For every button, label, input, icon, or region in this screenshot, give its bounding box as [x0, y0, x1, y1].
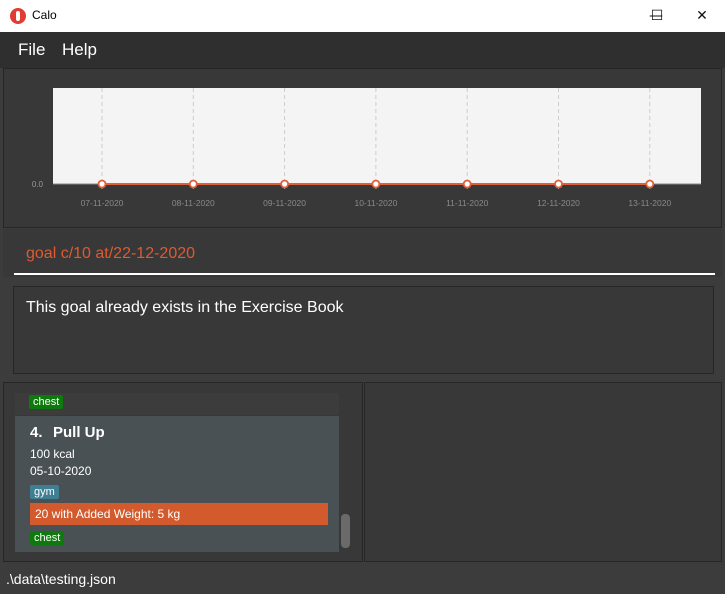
x-tick-label: 10-11-2020	[354, 198, 397, 208]
side-panel	[364, 382, 722, 562]
title-bar: Calo — ☐ ✕	[0, 0, 725, 32]
category-tag: gym	[30, 485, 59, 499]
data-point	[645, 179, 655, 189]
command-box[interactable]: goal c/10 at/22-12-2020	[3, 229, 722, 277]
data-point	[97, 179, 107, 189]
x-tick-label: 12-11-2020	[537, 198, 580, 208]
data-point	[554, 179, 563, 189]
menu-help[interactable]: Help	[62, 40, 97, 60]
exercise-name: Pull Up	[53, 424, 105, 441]
window-title: Calo	[32, 8, 57, 22]
maximize-button[interactable]: ☐	[634, 0, 680, 32]
list-scrollbar[interactable]	[341, 514, 350, 548]
close-button[interactable]: ✕	[679, 0, 725, 32]
menu-file[interactable]: File	[18, 40, 45, 60]
x-tick-label: 13-11-2020	[628, 198, 671, 208]
data-point	[188, 179, 198, 189]
x-tick-label: 08-11-2020	[172, 198, 215, 208]
muscle-tag: chest	[30, 531, 65, 545]
x-tick-label: 11-11-2020	[446, 198, 488, 208]
x-tick-label: 09-11-2020	[263, 198, 306, 208]
app-logo-icon	[10, 8, 26, 24]
list-item-previous[interactable]: chest	[15, 393, 339, 415]
exercise-calories: 100 kcal	[30, 447, 75, 461]
set-bar: 20 with Added Weight: 5 kg	[30, 503, 328, 525]
data-point	[280, 179, 290, 189]
plot-area	[53, 88, 701, 184]
calorie-chart-panel: 0.0 07-11-2020 08-11-2020 09-11-2020 10-11-2…	[3, 68, 722, 228]
result-message: This goal already exists in the Exercise…	[26, 299, 344, 316]
file-path: .\data\testing.json	[6, 571, 116, 587]
list-item[interactable]: 4. Pull Up 100 kcal 05-10-2020 gym 20 wi…	[15, 416, 339, 552]
muscle-tag: chest	[29, 395, 64, 409]
command-underline	[14, 273, 715, 275]
set-text: 20 with Added Weight: 5 kg	[35, 507, 181, 521]
exercise-index: 4.	[30, 424, 43, 441]
status-bar: .\data\testing.json	[0, 564, 725, 594]
close-icon: ✕	[696, 8, 708, 24]
x-tick-label: 07-11-2020	[81, 198, 124, 208]
calorie-line-chart: 0.0 07-11-2020 08-11-2020 09-11-2020 10-11-2…	[32, 88, 701, 208]
exercise-date: 05-10-2020	[30, 464, 92, 478]
result-display: This goal already exists in the Exercise…	[13, 286, 714, 374]
command-input[interactable]: goal c/10 at/22-12-2020	[26, 245, 195, 263]
exercise-list-panel[interactable]: chest 4. Pull Up 100 kcal 05-10-2020 gym…	[3, 382, 363, 562]
data-point	[371, 179, 381, 189]
y-tick-label: 0.0	[32, 180, 44, 189]
data-point	[462, 179, 472, 189]
menu-bar: File Help	[0, 32, 725, 68]
maximize-icon: ☐	[650, 8, 664, 24]
